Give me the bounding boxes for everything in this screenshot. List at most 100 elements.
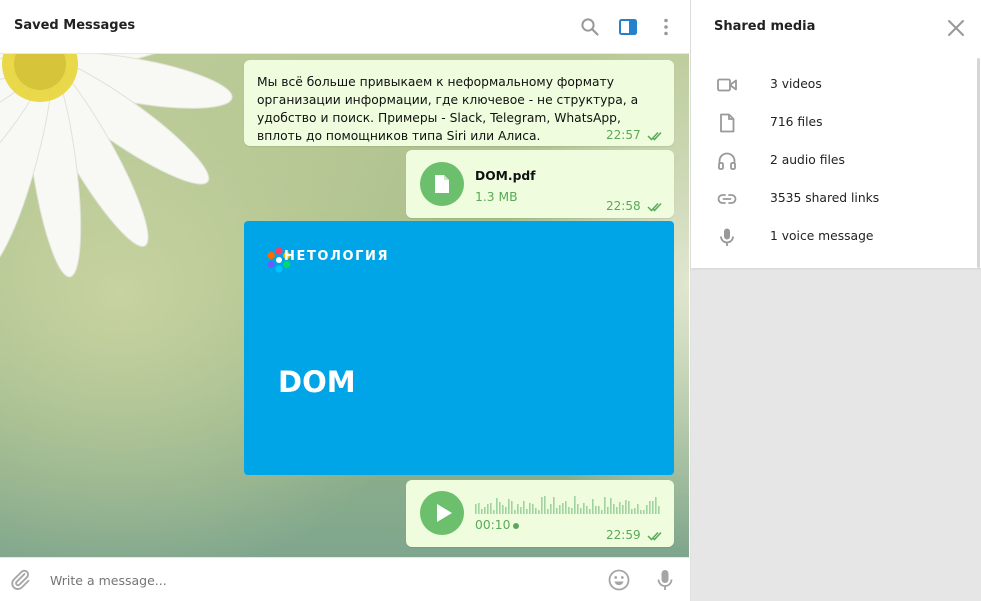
chat-header: Saved Messages [0, 0, 689, 54]
shared-media-item-files[interactable]: 716 files [691, 104, 981, 142]
waveform-bar [655, 497, 657, 514]
chat-title[interactable]: Saved Messages [14, 18, 135, 33]
shared-media-label: 3 videos [770, 77, 822, 91]
waveform-bar [502, 505, 504, 514]
shared-media-item-voice[interactable]: 1 voice message [691, 218, 981, 256]
shared-media-card: Shared media 3 videos 716 files 2 audio … [691, 0, 981, 268]
shared-media-item-links[interactable]: 3535 shared links [691, 180, 981, 218]
shared-media-label: 716 files [770, 115, 823, 129]
waveform-bar [550, 504, 552, 514]
file-name[interactable]: DOM.pdf [475, 169, 536, 183]
shared-media-title: Shared media [714, 19, 816, 34]
waveform-bar [559, 505, 561, 514]
waveform-bar [574, 496, 576, 514]
shared-media-label: 3535 shared links [770, 191, 880, 205]
waveform-bar [613, 504, 615, 514]
waveform-bar [505, 507, 507, 514]
waveform-bar [589, 509, 591, 514]
message-input[interactable] [50, 570, 580, 590]
waveform-bar [637, 504, 639, 514]
waveform-bar [508, 499, 510, 514]
photo-logo-text: НЕТОЛОГИЯ [284, 249, 390, 264]
file-download-button[interactable] [420, 162, 464, 206]
waveform-bar [631, 509, 633, 514]
double-check-icon [647, 202, 662, 212]
shared-media-panel: Shared media 3 videos 716 files 2 audio … [690, 0, 981, 601]
message-time: 22:59 [606, 528, 641, 542]
waveform-bar [478, 503, 480, 514]
waveform-bar [580, 508, 582, 514]
waveform-bar [544, 496, 546, 514]
waveform-bar [610, 498, 612, 514]
waveform-bar [643, 510, 645, 514]
waveform-bar [520, 507, 522, 514]
message-photo[interactable]: НЕТОЛОГИЯ DOM [244, 221, 674, 475]
waveform-bar [490, 503, 492, 514]
message-time: 22:58 [606, 199, 641, 213]
waveform-bar [583, 503, 585, 514]
file-icon [720, 113, 735, 133]
waveform-bar [487, 504, 489, 514]
emoji-icon[interactable] [607, 568, 631, 592]
waveform-bar [475, 504, 477, 514]
voice-waveform[interactable] [475, 492, 665, 514]
waveform-bar [571, 508, 573, 514]
voice-play-button[interactable] [420, 491, 464, 535]
waveform-bar [496, 498, 498, 514]
waveform-bar [532, 504, 534, 514]
waveform-bar [562, 503, 564, 514]
waveform-bar [616, 507, 618, 514]
waveform-bar [565, 501, 567, 514]
panel-scrollbar[interactable] [977, 58, 980, 268]
file-size: 1.3 MB [475, 190, 518, 204]
waveform-bar [628, 501, 630, 514]
message-bubble-text[interactable]: Мы всё больше привыкаем к неформальному … [244, 60, 674, 146]
link-icon [717, 194, 737, 204]
waveform-bar [514, 510, 516, 514]
attach-icon[interactable] [8, 568, 32, 592]
waveform-bar [595, 506, 597, 514]
shared-media-item-videos[interactable]: 3 videos [691, 66, 981, 104]
waveform-bar [601, 510, 603, 514]
waveform-bar [529, 503, 531, 514]
microphone-icon [720, 228, 734, 246]
waveform-bar [649, 501, 651, 514]
video-icon [717, 78, 737, 92]
waveform-bar [568, 507, 570, 514]
shared-media-label: 1 voice message [770, 229, 874, 243]
waveform-bar [646, 505, 648, 514]
waveform-bar [640, 510, 642, 514]
waveform-bar [517, 504, 519, 514]
search-icon[interactable] [580, 17, 600, 37]
waveform-bar [658, 506, 660, 514]
sidebar-toggle-icon[interactable] [618, 17, 638, 37]
close-icon[interactable] [945, 17, 967, 39]
waveform-bar [592, 499, 594, 514]
waveform-bar [484, 507, 486, 514]
waveform-bar [604, 497, 606, 514]
message-bubble-file[interactable]: DOM.pdf 1.3 MB 22:58 [406, 150, 674, 218]
microphone-icon[interactable] [653, 568, 677, 592]
waveform-bar [652, 501, 654, 514]
waveform-bar [553, 497, 555, 514]
waveform-bar [556, 508, 558, 514]
waveform-bar [607, 507, 609, 514]
waveform-bar [511, 501, 513, 514]
waveform-bar [625, 500, 627, 514]
headphones-icon [718, 152, 736, 170]
waveform-bar [538, 510, 540, 514]
document-icon [435, 175, 449, 193]
waveform-bar [598, 506, 600, 514]
waveform-bar [523, 501, 525, 514]
message-bubble-voice[interactable]: 00:10 22:59 [406, 480, 674, 547]
voice-duration: 00:10 [475, 518, 511, 532]
photo-title: DOM [278, 365, 356, 399]
waveform-bar [577, 504, 579, 514]
voice-unplayed-dot [513, 523, 519, 529]
waveform-bar [526, 509, 528, 514]
more-menu-icon[interactable] [656, 17, 676, 37]
waveform-bar [634, 508, 636, 514]
chat-wallpaper: Мы всё больше привыкаем к неформальному … [0, 54, 689, 557]
shared-media-item-audio[interactable]: 2 audio files [691, 142, 981, 180]
waveform-bar [586, 506, 588, 514]
